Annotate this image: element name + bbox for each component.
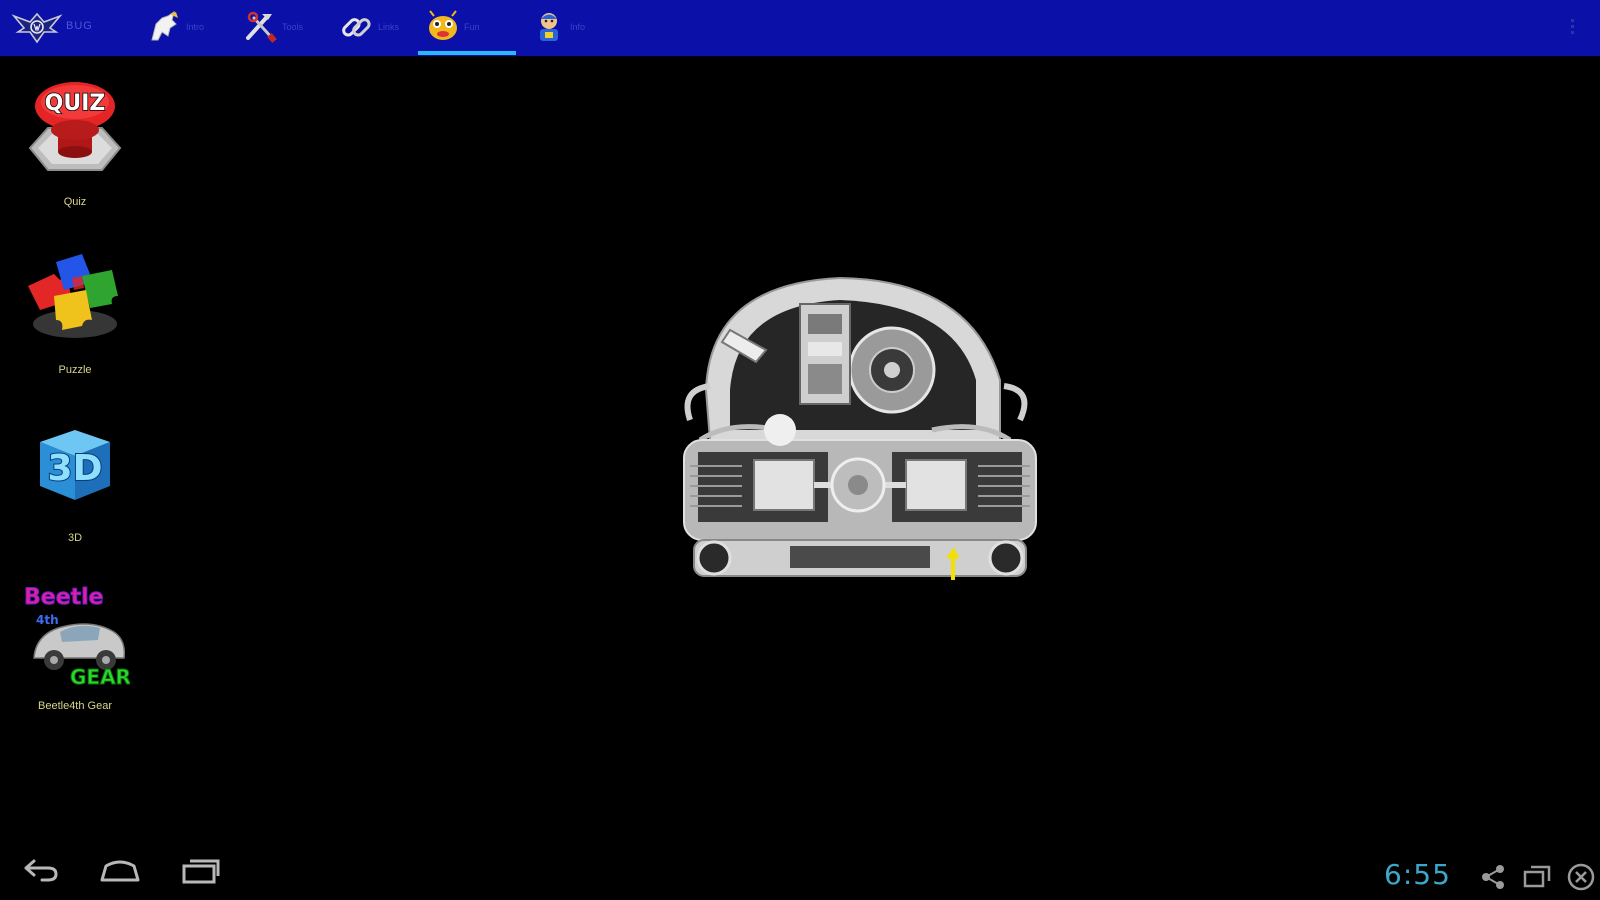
launcher-item-quiz[interactable]: QUIZ Quiz <box>20 76 130 208</box>
vw-eagle-logo-icon[interactable] <box>10 8 64 48</box>
bug-character-icon <box>429 10 457 40</box>
launcher-label: Beetle4th Gear <box>38 700 112 712</box>
svg-text:3D: 3D <box>48 448 103 489</box>
tab-links[interactable]: Links <box>332 0 428 56</box>
tab-label: Tools <box>282 22 304 32</box>
recent-apps-icon[interactable] <box>176 852 224 888</box>
svg-text:Beetle: Beetle <box>24 585 104 610</box>
vw-boxer-engine-image <box>683 276 1037 580</box>
svg-text:GEAR: GEAR <box>70 665 130 689</box>
quiz-button-icon: QUIZ <box>28 82 122 171</box>
tools-icon <box>246 11 277 43</box>
tab-label: Fun <box>464 22 480 32</box>
status-clock: 6:55 <box>1384 858 1451 891</box>
back-icon[interactable] <box>16 852 64 888</box>
tab-tools[interactable]: Tools <box>236 0 332 56</box>
svg-text:4th: 4th <box>36 613 59 627</box>
launcher-label: Puzzle <box>58 364 92 376</box>
window-icon[interactable] <box>1522 862 1552 892</box>
action-bar: BUG Intro Tools Links Fun Info <box>0 0 1600 57</box>
launcher-item-beetle-4th-gear[interactable]: Beetle 4th GEAR Beetle4th Gear <box>20 580 132 713</box>
close-circle-icon[interactable] <box>1566 862 1596 892</box>
tab-label: Intro <box>186 22 205 32</box>
share-icon[interactable] <box>1478 862 1508 892</box>
system-navigation-bar <box>0 840 1600 900</box>
launcher-label: 3D <box>67 532 83 544</box>
svg-text:QUIZ: QUIZ <box>45 91 106 116</box>
tab-label: Info <box>570 22 586 32</box>
launcher-item-3d[interactable]: 3D 3D <box>20 412 130 544</box>
puzzle-pieces-icon <box>28 254 118 338</box>
chain-link-icon <box>342 18 371 37</box>
overflow-menu-icon[interactable] <box>1568 16 1576 40</box>
home-icon[interactable] <box>96 852 144 888</box>
active-tab-indicator <box>418 51 516 55</box>
beetle-4th-gear-icon: Beetle 4th GEAR <box>24 585 132 690</box>
tab-fun[interactable]: Fun <box>418 0 516 56</box>
3d-cube-icon: 3D <box>40 430 110 500</box>
tab-info[interactable]: Info <box>524 0 620 56</box>
launcher-label: Quiz <box>63 196 87 208</box>
launcher-item-puzzle[interactable]: Puzzle <box>20 244 130 376</box>
app-title: BUG <box>66 20 93 32</box>
horse-emblem-icon <box>151 10 178 41</box>
tab-label: Links <box>378 22 400 32</box>
cartoon-character-icon <box>540 13 558 41</box>
tab-intro[interactable]: Intro <box>140 0 236 56</box>
